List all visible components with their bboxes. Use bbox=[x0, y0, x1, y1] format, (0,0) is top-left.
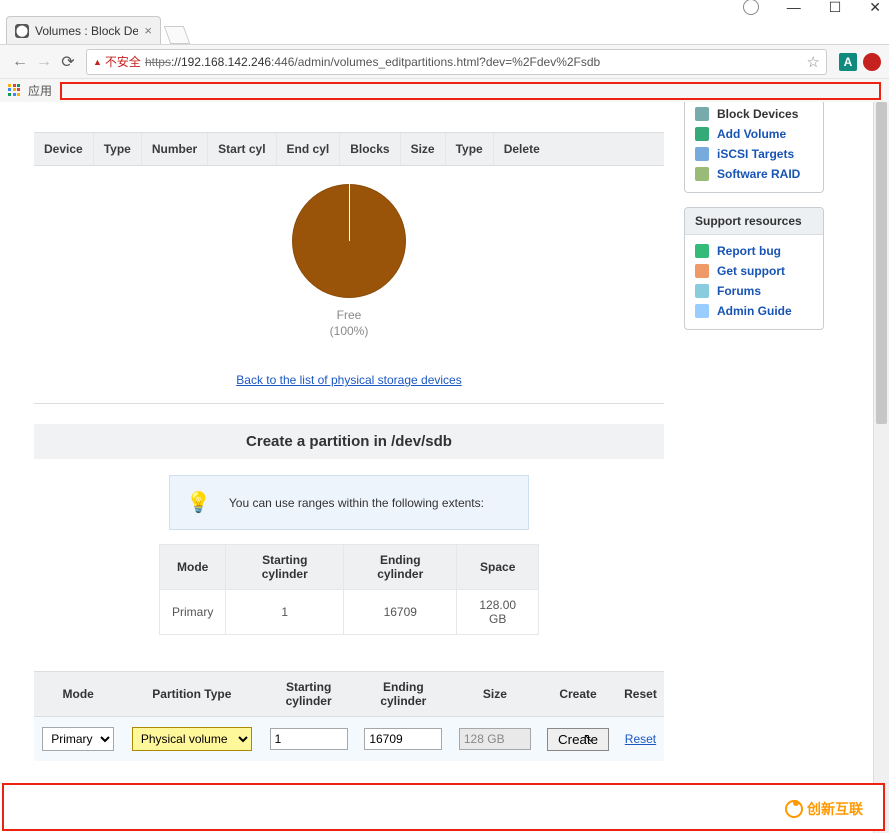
create-button[interactable]: Create bbox=[547, 728, 609, 751]
ending-cylinder-input[interactable] bbox=[364, 728, 442, 750]
col-delete: Delete bbox=[494, 133, 550, 165]
page-viewport: ▾ Device Type Number Start cyl End cyl B… bbox=[0, 102, 889, 833]
extents-space: 128.00 GB bbox=[457, 590, 539, 635]
sidebar-item-block-devices[interactable]: Block Devices bbox=[685, 104, 823, 124]
window-maximize-button[interactable]: ☐ bbox=[829, 0, 842, 16]
form-head-end: Ending cylinder bbox=[356, 672, 451, 717]
browser-toolbar: ← → ⟳ 不安全 https://192.168.142.246:446/ad… bbox=[0, 44, 889, 78]
target-icon bbox=[695, 147, 709, 161]
mode-select[interactable]: Primary bbox=[42, 727, 114, 751]
extents-head-end: Ending cylinder bbox=[344, 545, 457, 590]
address-bar[interactable]: 不安全 https://192.168.142.246:446/admin/vo… bbox=[86, 49, 827, 75]
window-titlebar: — ☐ ✕ bbox=[0, 0, 889, 14]
extents-start: 1 bbox=[226, 590, 344, 635]
watermark-logo-icon bbox=[785, 800, 803, 818]
sidebar-item-report-bug[interactable]: Report bug bbox=[685, 241, 823, 261]
reset-link[interactable]: Reset bbox=[625, 732, 656, 746]
size-input bbox=[459, 728, 531, 750]
raid-icon bbox=[695, 167, 709, 181]
bookmarks-bar: 应用 bbox=[0, 78, 889, 102]
extents-mode: Primary bbox=[160, 590, 226, 635]
form-head-reset: Reset bbox=[617, 672, 664, 717]
cursor-icon: ↖ bbox=[583, 731, 593, 745]
apps-icon[interactable] bbox=[8, 84, 22, 98]
pie-label: Free (100%) bbox=[34, 308, 664, 339]
form-row: Primary Physical volume Create ↖ Reset bbox=[34, 717, 664, 762]
tab-close-button[interactable]: × bbox=[144, 23, 152, 38]
browser-tab-strip: ⬤ Volumes : Block Device × bbox=[0, 14, 889, 44]
info-text: You can use ranges within the following … bbox=[229, 496, 484, 510]
extents-end: 16709 bbox=[344, 590, 457, 635]
sidebar-item-get-support[interactable]: Get support bbox=[685, 261, 823, 281]
annotation-box-top bbox=[60, 82, 881, 100]
starting-cylinder-input[interactable] bbox=[270, 728, 348, 750]
back-button[interactable]: ← bbox=[8, 53, 32, 71]
col-start-cyl: Start cyl bbox=[208, 133, 276, 165]
tab-title: Volumes : Block Device bbox=[35, 24, 138, 38]
favicon-icon: ⬤ bbox=[15, 24, 29, 38]
col-size: Size bbox=[401, 133, 446, 165]
insecure-warning-icon[interactable]: 不安全 bbox=[93, 53, 141, 70]
vertical-scrollbar[interactable]: ▾ bbox=[873, 102, 889, 833]
url-text: https://192.168.142.246:446/admin/volume… bbox=[145, 55, 803, 69]
form-head-start: Starting cylinder bbox=[261, 672, 356, 717]
profile-icon[interactable] bbox=[743, 0, 759, 15]
extents-head-start: Starting cylinder bbox=[226, 545, 344, 590]
form-head-mode: Mode bbox=[34, 672, 122, 717]
col-number: Number bbox=[142, 133, 208, 165]
sidebar-item-admin-guide[interactable]: Admin Guide bbox=[685, 301, 823, 321]
create-partition-form: Mode Partition Type Starting cylinder En… bbox=[34, 671, 664, 761]
add-icon bbox=[695, 127, 709, 141]
extents-head-mode: Mode bbox=[160, 545, 226, 590]
reload-button[interactable]: ⟳ bbox=[56, 52, 80, 72]
sidebar: Block Devices Add Volume iSCSI Targets S… bbox=[684, 102, 874, 833]
annotation-box-bottom: 创新互联 bbox=[2, 783, 885, 831]
pie-chart bbox=[292, 184, 406, 298]
extents-info-box: 💡 You can use ranges within the followin… bbox=[169, 475, 529, 530]
extents-table: Mode Starting cylinder Ending cylinder S… bbox=[159, 544, 539, 635]
scrollbar-thumb[interactable] bbox=[876, 102, 887, 424]
forum-icon bbox=[695, 284, 709, 298]
bug-icon bbox=[695, 244, 709, 258]
sidebar-item-forums[interactable]: Forums bbox=[685, 281, 823, 301]
support-title: Support resources bbox=[685, 208, 823, 235]
browser-tab[interactable]: ⬤ Volumes : Block Device × bbox=[6, 16, 161, 44]
disk-usage-pie: Free (100%) bbox=[34, 166, 664, 345]
watermark: 创新互联 bbox=[785, 799, 863, 819]
forward-button: → bbox=[32, 53, 56, 71]
apps-label[interactable]: 应用 bbox=[28, 82, 52, 99]
sidebar-volumes-box: Block Devices Add Volume iSCSI Targets S… bbox=[684, 102, 824, 193]
extents-row: Primary 1 16709 128.00 GB bbox=[160, 590, 539, 635]
sidebar-item-add-volume[interactable]: Add Volume bbox=[685, 124, 823, 144]
sidebar-support-box: Support resources Report bug Get support… bbox=[684, 207, 824, 330]
bookmark-star-icon[interactable]: ☆ bbox=[807, 53, 820, 71]
col-type: Type bbox=[94, 133, 142, 165]
divider bbox=[34, 403, 664, 404]
extension-a-icon[interactable]: A bbox=[839, 53, 857, 71]
col-type2: Type bbox=[446, 133, 494, 165]
create-partition-title: Create a partition in /dev/sdb bbox=[34, 424, 664, 459]
extension-o-icon[interactable] bbox=[863, 53, 881, 71]
sidebar-item-iscsi[interactable]: iSCSI Targets bbox=[685, 144, 823, 164]
back-to-devices-link[interactable]: Back to the list of physical storage dev… bbox=[34, 373, 664, 387]
col-blocks: Blocks bbox=[340, 133, 400, 165]
new-tab-button[interactable] bbox=[164, 26, 191, 44]
lightbulb-icon: 💡 bbox=[186, 490, 211, 515]
window-minimize-button[interactable]: — bbox=[787, 0, 801, 15]
support-icon bbox=[695, 264, 709, 278]
main-content: Device Type Number Start cyl End cyl Blo… bbox=[4, 102, 684, 833]
col-end-cyl: End cyl bbox=[277, 133, 341, 165]
partition-table-header: Device Type Number Start cyl End cyl Blo… bbox=[34, 132, 664, 166]
extents-head-space: Space bbox=[457, 545, 539, 590]
form-head-ptype: Partition Type bbox=[122, 672, 261, 717]
window-close-button[interactable]: ✕ bbox=[869, 0, 881, 16]
col-device: Device bbox=[34, 133, 94, 165]
sidebar-item-raid[interactable]: Software RAID bbox=[685, 164, 823, 184]
book-icon bbox=[695, 304, 709, 318]
disk-icon bbox=[695, 107, 709, 121]
form-head-create: Create bbox=[539, 672, 617, 717]
partition-type-select[interactable]: Physical volume bbox=[132, 727, 252, 751]
form-head-size: Size bbox=[451, 672, 539, 717]
